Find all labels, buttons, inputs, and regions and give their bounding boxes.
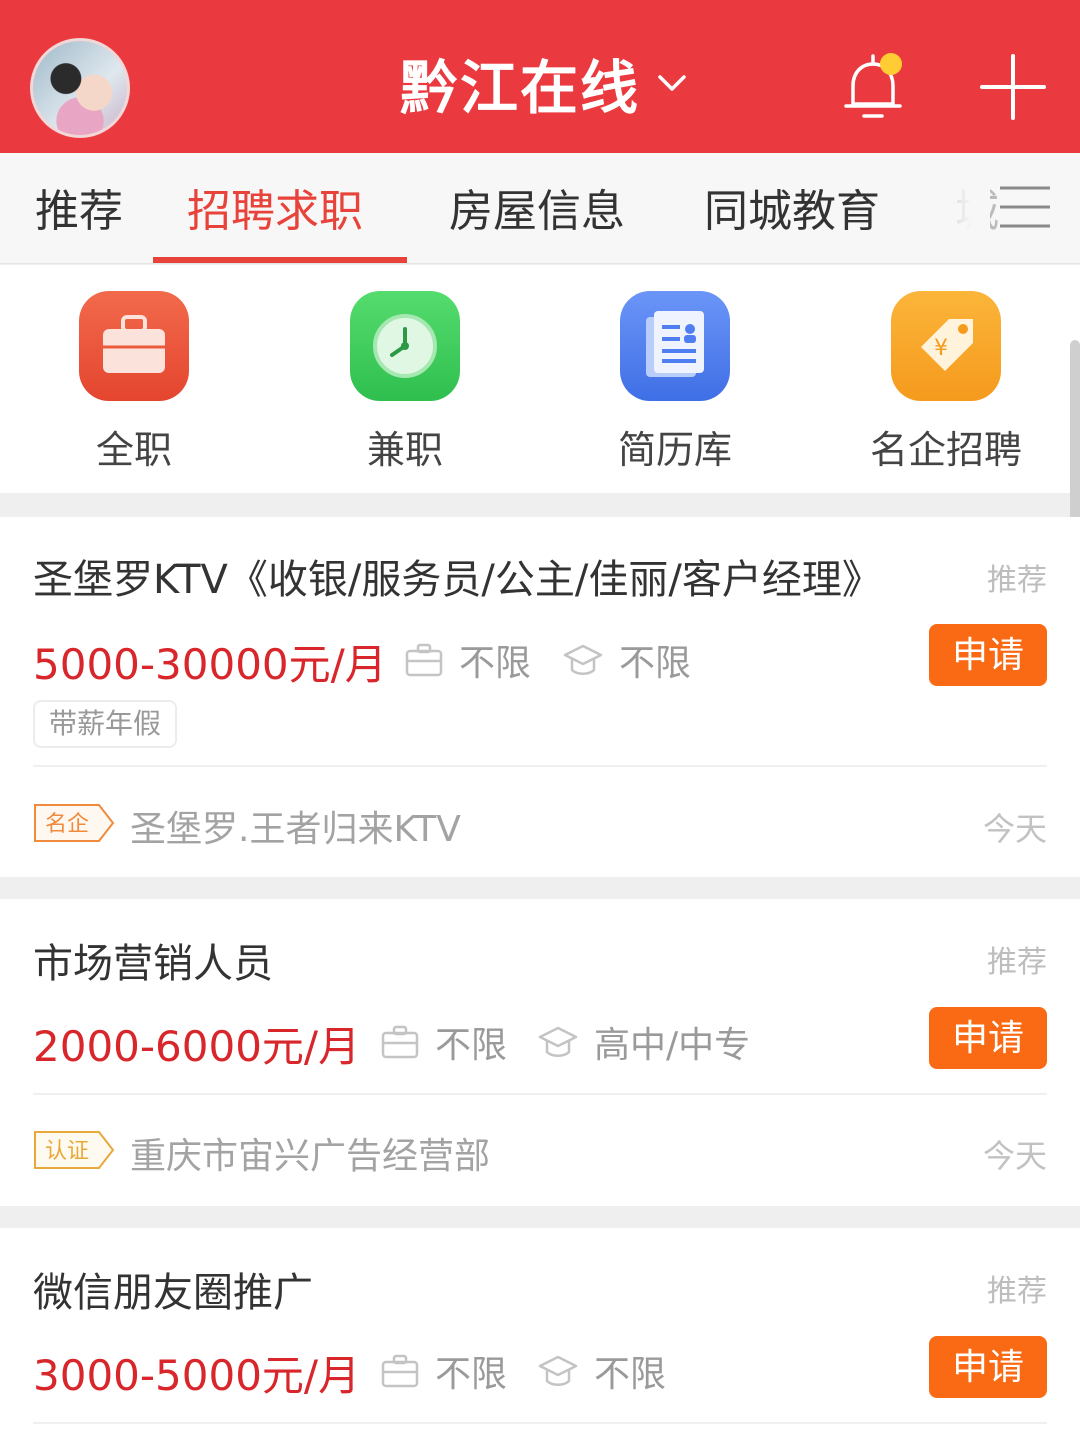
job-card[interactable]: 市场营销人员 推荐 2000-6000元/月 不限 高中/中专 申请 认证 重庆… — [0, 899, 1080, 1206]
graduation-cap-icon — [563, 644, 603, 675]
experience-requirement: 不限 — [381, 1016, 507, 1068]
resume-icon — [620, 291, 730, 401]
tab-recommend[interactable]: 推荐 — [35, 175, 123, 239]
tab-housing[interactable]: 房屋信息 — [449, 175, 625, 239]
salary: 3000-5000元/月 — [33, 1351, 361, 1400]
job-title[interactable]: 圣堡罗KTV《收银/服务员/公主/佳丽/客户经理》 — [33, 547, 882, 605]
tab-jobs[interactable]: 招聘求职 — [187, 175, 363, 239]
menu-icon[interactable] — [998, 184, 1052, 230]
education-requirement: 高中/中专 — [538, 1016, 750, 1068]
job-title[interactable]: 微信朋友圈推广 — [33, 1260, 313, 1318]
briefcase-outline-icon — [405, 643, 443, 677]
divider — [33, 1422, 1047, 1424]
svg-text:¥: ¥ — [934, 336, 948, 361]
job-card[interactable]: 微信朋友圈推广 推荐 3000-5000元/月 不限 不限 申请 — [0, 1228, 1080, 1449]
experience-value: 不限 — [435, 1025, 508, 1066]
active-tab-indicator — [153, 257, 407, 263]
company-name[interactable]: 重庆市宙兴广告经营部 — [130, 1127, 490, 1179]
category-resume-library[interactable]: 简历库 — [575, 265, 775, 474]
experience-requirement: 不限 — [405, 634, 531, 686]
graduation-cap-icon — [538, 1355, 578, 1386]
experience-value: 不限 — [459, 643, 532, 684]
verified-badge-icon: 认证 — [34, 1131, 115, 1169]
recommend-label: 推荐 — [987, 1274, 1047, 1309]
company-name[interactable]: 圣堡罗.王者归来KTV — [130, 800, 461, 852]
city-selector[interactable]: 黔江在线 — [400, 48, 690, 122]
avatar[interactable] — [30, 38, 130, 138]
category-fulltime[interactable]: 全职 — [34, 265, 234, 474]
apply-button[interactable]: 申请 — [929, 1007, 1047, 1069]
famous-company-badge-icon: 名企 — [34, 804, 115, 842]
apply-button[interactable]: 申请 — [929, 1336, 1047, 1398]
category-label: 全职 — [95, 428, 172, 472]
education-requirement: 不限 — [563, 634, 691, 686]
education-value: 不限 — [594, 1354, 667, 1395]
education-requirement: 不限 — [538, 1345, 666, 1397]
svg-text:名企: 名企 — [45, 812, 89, 837]
tab-fade — [930, 153, 990, 263]
salary: 5000-30000元/月 — [33, 640, 387, 689]
top-bar: 黔江在线 — [0, 0, 1080, 153]
experience-value: 不限 — [435, 1354, 508, 1395]
notification-dot-icon — [880, 53, 902, 75]
job-card[interactable]: 圣堡罗KTV《收银/服务员/公主/佳丽/客户经理》 推荐 5000-30000元… — [0, 517, 1080, 877]
benefit-tag: 带薪年假 — [33, 700, 178, 748]
divider — [33, 765, 1047, 767]
app-screen: 黔江在线 推荐 招聘求职 房屋信息 同城教育 城 — [0, 0, 1080, 1449]
app-title: 黔江在线 — [400, 54, 641, 122]
svg-text:认证: 认证 — [45, 1139, 89, 1164]
briefcase-outline-icon — [381, 1354, 419, 1388]
briefcase-outline-icon — [381, 1025, 419, 1059]
tab-bar: 推荐 招聘求职 房屋信息 同城教育 城 — [0, 153, 1080, 264]
category-label: 简历库 — [617, 428, 732, 472]
experience-requirement: 不限 — [381, 1345, 507, 1397]
category-famous-companies[interactable]: ¥ 名企招聘 — [846, 265, 1046, 474]
education-value: 不限 — [619, 643, 692, 684]
recommend-label: 推荐 — [987, 563, 1047, 598]
briefcase-icon — [79, 291, 189, 401]
recommend-label: 推荐 — [987, 945, 1047, 980]
category-grid: 全职 兼职 简历库 ¥ 名企招聘 — [0, 265, 1080, 493]
bell-icon[interactable] — [838, 50, 908, 122]
post-date: 今天 — [982, 810, 1047, 848]
tag-icon: ¥ — [891, 291, 1001, 401]
post-date: 今天 — [982, 1137, 1047, 1175]
category-label: 名企招聘 — [869, 428, 1022, 472]
education-value: 高中/中专 — [594, 1025, 751, 1066]
category-label: 兼职 — [366, 428, 443, 472]
category-parttime[interactable]: 兼职 — [305, 265, 505, 474]
job-title[interactable]: 市场营销人员 — [33, 931, 273, 989]
clock-icon — [350, 291, 460, 401]
divider — [33, 1093, 1047, 1095]
plus-icon[interactable] — [978, 52, 1048, 122]
chevron-down-icon — [658, 75, 686, 91]
apply-button[interactable]: 申请 — [929, 624, 1047, 686]
salary: 2000-6000元/月 — [33, 1022, 361, 1071]
tab-education[interactable]: 同城教育 — [704, 175, 880, 239]
graduation-cap-icon — [538, 1026, 578, 1057]
